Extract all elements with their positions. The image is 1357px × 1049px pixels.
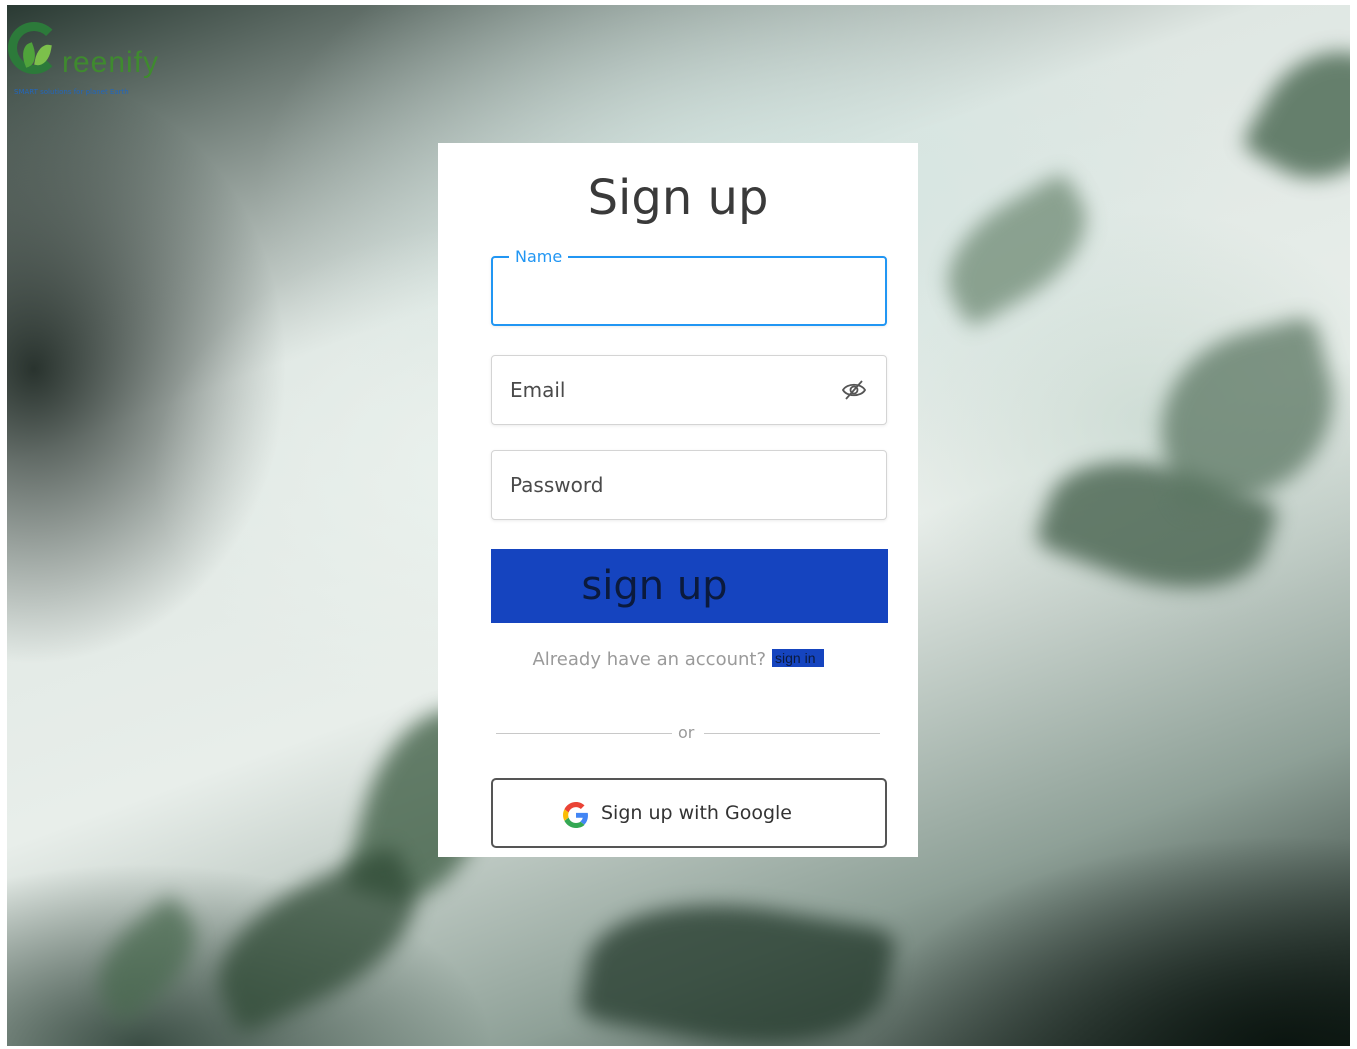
google-signup-button[interactable]: Sign up with Google — [491, 778, 887, 848]
password-placeholder: Password — [510, 473, 604, 497]
greenify-logo: reenify SMART solutions for planet Earth — [8, 22, 168, 102]
background-leaf — [577, 880, 897, 1046]
background-leaf — [925, 171, 1109, 329]
or-divider: or — [496, 723, 884, 743]
divider-text: or — [678, 723, 695, 742]
password-field[interactable]: Password — [491, 450, 887, 520]
page-title: Sign up — [587, 170, 769, 226]
have-account-text: Already have an account? — [532, 649, 767, 670]
divider-line-left — [496, 733, 672, 734]
email-field[interactable]: Email — [491, 355, 887, 425]
google-icon — [563, 802, 588, 828]
name-label: Name — [509, 247, 569, 266]
logo-text: reenify — [62, 46, 160, 79]
logo-tagline: SMART solutions for planet Earth — [14, 88, 129, 96]
signin-row: Already have an account? sign in — [438, 649, 918, 670]
name-input[interactable] — [509, 274, 873, 312]
signup-card: Sign up Name Email Password sign up Alre… — [438, 143, 918, 857]
background-leaf — [78, 894, 216, 1026]
background-leaf — [1240, 24, 1350, 206]
signin-link[interactable]: sign in — [772, 649, 824, 667]
background-leaf — [194, 843, 440, 1037]
signup-button[interactable]: sign up — [491, 549, 888, 623]
google-button-label: Sign up with Google — [601, 802, 792, 824]
divider-line-right — [704, 733, 880, 734]
eye-off-icon[interactable] — [840, 378, 868, 402]
name-field[interactable]: Name — [491, 247, 887, 326]
email-placeholder: Email — [510, 378, 566, 402]
